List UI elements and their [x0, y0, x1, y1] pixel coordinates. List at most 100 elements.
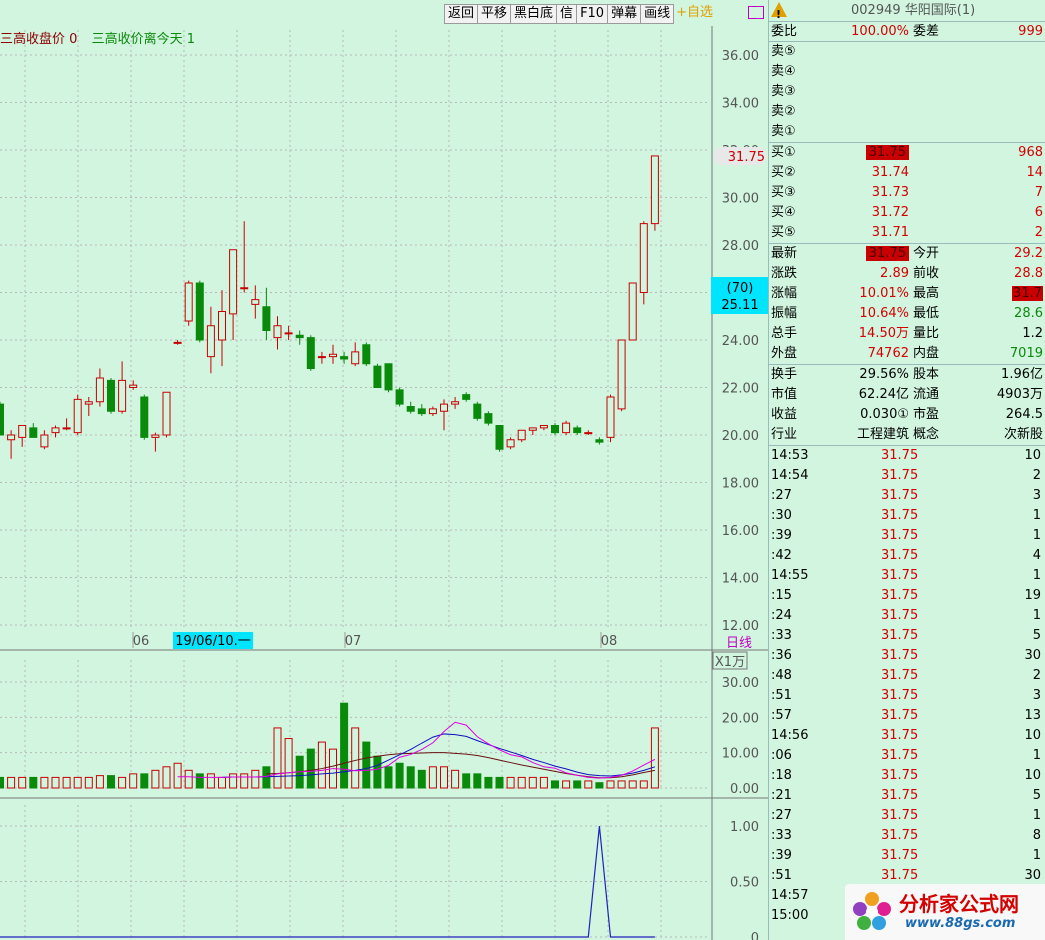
- volume-bar: [251, 769, 260, 789]
- pan-button[interactable]: 平移: [477, 4, 512, 24]
- info-value-2: 4903万: [996, 387, 1043, 402]
- volume-bar: [7, 776, 16, 789]
- trade-volume: 5: [1032, 788, 1041, 803]
- trade-row: 14:54 31.75 2: [769, 466, 1045, 486]
- info-row: 市值 62.24亿 流通 4903万: [769, 385, 1045, 405]
- trade-price: 31.75: [881, 708, 919, 723]
- volume-bar: [162, 766, 171, 789]
- buy-row: 买⑤ 31.71 2: [769, 223, 1045, 243]
- quote-value: 14.50万: [859, 324, 909, 344]
- volume-bar: [107, 775, 115, 789]
- cursor-index: (70): [727, 281, 754, 296]
- trade-volume: 3: [1032, 688, 1041, 703]
- trade-volume: 1: [1032, 508, 1041, 523]
- weibi-row: 委比 100.00% 委差 999: [769, 22, 1045, 42]
- volume-bar: [584, 780, 593, 789]
- quote-row: 涨幅 10.01% 最高 31.7: [769, 284, 1045, 304]
- candle-body: [384, 363, 393, 391]
- window-toggle-icon[interactable]: [748, 6, 764, 19]
- quote-label-2: 前收: [913, 266, 940, 281]
- volume-bar: [29, 776, 38, 789]
- volume-bar: [273, 727, 282, 789]
- candle-body: [195, 282, 204, 341]
- signal-axis-label: 0: [751, 931, 759, 940]
- quote-value: 74762: [868, 344, 909, 364]
- price-axis-label: 34.00: [722, 97, 759, 112]
- chart-area[interactable]: 36.0034.0032.0030.0028.0026.0024.0022.00…: [0, 0, 768, 940]
- candle-body: [62, 427, 71, 430]
- cursor-price: 25.11: [721, 298, 758, 313]
- volume-bar: [317, 741, 326, 789]
- sell-row: 卖①: [769, 122, 1045, 142]
- volume-bar: [617, 780, 626, 789]
- sell-label: 卖①: [771, 124, 796, 139]
- tick-trades[interactable]: 14:53 31.75 10 14:54 31.75 2:27 31.75 3:30 31.75…: [769, 445, 1045, 926]
- trade-price: 31.75: [881, 588, 919, 603]
- volume-bar: [351, 727, 360, 789]
- volume-bar: [262, 766, 271, 789]
- quote-row: 外盘 74762 内盘 7019: [769, 344, 1045, 364]
- volume-bar: [440, 766, 448, 789]
- candle-body: [606, 396, 615, 438]
- candle-body: [240, 287, 249, 290]
- trade-price: 31.75: [881, 688, 919, 703]
- quote-title-row: 002949 华阳国际(1): [769, 0, 1045, 26]
- volume-bar: [151, 769, 160, 789]
- buy-label: 买④: [771, 205, 796, 220]
- candle-body: [84, 401, 93, 405]
- trade-price: 31.75: [881, 548, 919, 563]
- sell-label: 卖⑤: [771, 44, 796, 59]
- quote-label: 振幅: [771, 306, 798, 321]
- kline-chart[interactable]: 36.0034.0032.0030.0028.0026.0024.0022.00…: [0, 0, 768, 940]
- trade-row: :39 31.75 1: [769, 846, 1045, 866]
- back-button[interactable]: 返回: [444, 4, 479, 24]
- quote-value-2: 28.6: [1014, 304, 1043, 324]
- quote-value-2-text: 1.2: [1022, 326, 1043, 341]
- volume-bar: [573, 780, 582, 789]
- quote-label: 总手: [771, 326, 798, 341]
- trade-time: 14:55: [771, 568, 809, 583]
- volume-bar: [95, 775, 104, 789]
- warning-icon[interactable]: [771, 2, 787, 26]
- volume-bar: [129, 773, 138, 789]
- candle-body: [107, 379, 115, 412]
- logo-url-text: www.88gs.com: [905, 916, 1016, 931]
- candle-body: [428, 408, 437, 415]
- volume-bar: [18, 776, 27, 789]
- info-label: 换手: [771, 367, 798, 382]
- info-value-2: 次新股: [1003, 427, 1043, 442]
- info-value: 29.56%: [859, 367, 909, 382]
- candle-body: [628, 282, 637, 341]
- candle-body: [206, 325, 215, 358]
- volume-bar: [628, 780, 637, 789]
- buy-price: 31.74: [872, 163, 909, 183]
- buy-volume: 7: [1034, 185, 1043, 200]
- candle-body: [406, 406, 415, 412]
- quote-value-2: 31.7: [1012, 284, 1043, 304]
- volume-bar: [395, 762, 404, 789]
- draw-line-button[interactable]: 画线: [640, 4, 675, 24]
- quote-label-2: 最低: [913, 306, 940, 321]
- trade-row: :51 31.75 3: [769, 686, 1045, 706]
- trade-volume: 1: [1032, 608, 1041, 623]
- quote-value: 10.64%: [859, 304, 909, 324]
- candle-body: [484, 413, 493, 424]
- info-row: 收益 0.030① 市盈 264.5: [769, 405, 1045, 425]
- trade-price: 31.75: [881, 748, 919, 763]
- black-white-button[interactable]: 黑白底: [510, 4, 558, 24]
- f10-button[interactable]: F10: [576, 4, 609, 24]
- candle-body: [340, 356, 349, 360]
- danmu-button[interactable]: 弹幕: [607, 4, 642, 24]
- candle-body: [362, 344, 371, 365]
- trade-row: 14:53 31.75 10: [769, 446, 1045, 466]
- candle-body: [73, 398, 82, 434]
- candle-body: [51, 427, 60, 434]
- add-watchlist-button[interactable]: +自选: [673, 4, 716, 24]
- trade-row: :48 31.75 2: [769, 666, 1045, 686]
- trade-row: :27 31.75 1: [769, 806, 1045, 826]
- quote-label: 最新: [771, 246, 798, 261]
- info-button[interactable]: 信: [556, 4, 578, 24]
- candle-body: [284, 332, 293, 335]
- trade-time: :15: [771, 588, 792, 603]
- info-value: 0.030①: [860, 407, 909, 422]
